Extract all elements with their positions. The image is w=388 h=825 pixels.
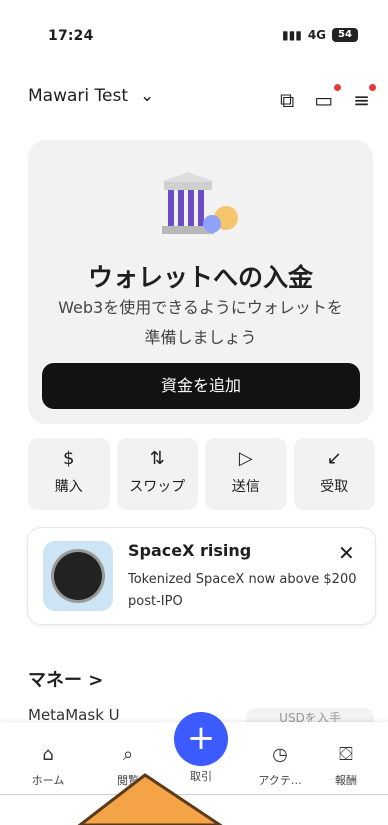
header-actions: ⧉ ▭ ≡ [280,84,377,112]
nav-rewards-label: 報酬 [335,774,357,787]
copy-icon[interactable]: ⧉ [280,88,294,112]
nav-rewards[interactable]: ⛋ 報酬 [316,744,376,788]
send-label: 送信 [231,479,260,495]
close-icon[interactable]: ✕ [338,541,355,565]
deposit-subtitle: Web3を使用できるようにウォレットを 準備しましょう [40,293,361,353]
rewards-icon: ⛋ [339,744,353,765]
card-icon[interactable]: ▭ [314,84,342,112]
buy-button[interactable]: $ 購入 [28,438,110,510]
swap-button[interactable]: ⇅ スワップ [116,438,198,510]
action-row: $ 購入 ⇅ スワップ ▷ 送信 ↙ 受取 [28,438,375,510]
status-icons: ▮▮▮ 4G 54 [282,28,359,42]
receive-icon: ↙ [326,448,342,469]
promo-body: Tokenized SpaceX now above $200 post-IPO [128,572,357,609]
send-icon: ▷ [238,448,253,469]
status-time: 17:24 [48,28,94,44]
buy-label: 購入 [54,479,83,495]
clock-icon: ◷ [272,744,288,765]
receive-button[interactable]: ↙ 受取 [293,438,375,510]
notification-dot [369,84,377,91]
signal-icon: ▮▮▮ [282,28,302,42]
battery-icon: 54 [332,28,359,42]
notification-dot [334,84,342,91]
dollar-icon: $ [63,448,75,469]
add-funds-button[interactable]: 資金を追加 [42,363,360,409]
deposit-title: ウォレットへの入金 [87,263,313,292]
promo-title: SpaceX rising [128,541,252,560]
app-screen: 17:24 ▮▮▮ 4G 54 Mawari Test ⌄ ⧉ ▭ ≡ ウォレッ… [0,0,388,825]
money-section-title[interactable]: マネー > [28,666,103,692]
search-icon: ⌕ [122,744,134,765]
receive-label: 受取 [320,479,349,495]
network-label: 4G [307,28,327,42]
orange-triangle-graphic-icon [77,773,223,825]
swap-icon: ⇅ [149,448,165,469]
bank-illustration-icon [160,172,238,234]
menu-icon[interactable]: ≡ [353,84,377,112]
spacex-token-image [43,541,113,611]
home-icon: ⌂ [42,744,54,765]
account-selector[interactable]: Mawari Test ⌄ [28,86,154,106]
account-name: Mawari Test [28,86,128,106]
deposit-subtitle-line1: Web3を使用できるようにウォレットを [58,298,343,317]
deposit-subtitle-line2: 準備しましょう [144,328,257,347]
send-button[interactable]: ▷ 送信 [205,438,287,510]
trade-button[interactable]: + [174,712,228,766]
swap-label: スワップ [129,479,186,495]
chevron-down-icon: ⌄ [140,86,155,106]
